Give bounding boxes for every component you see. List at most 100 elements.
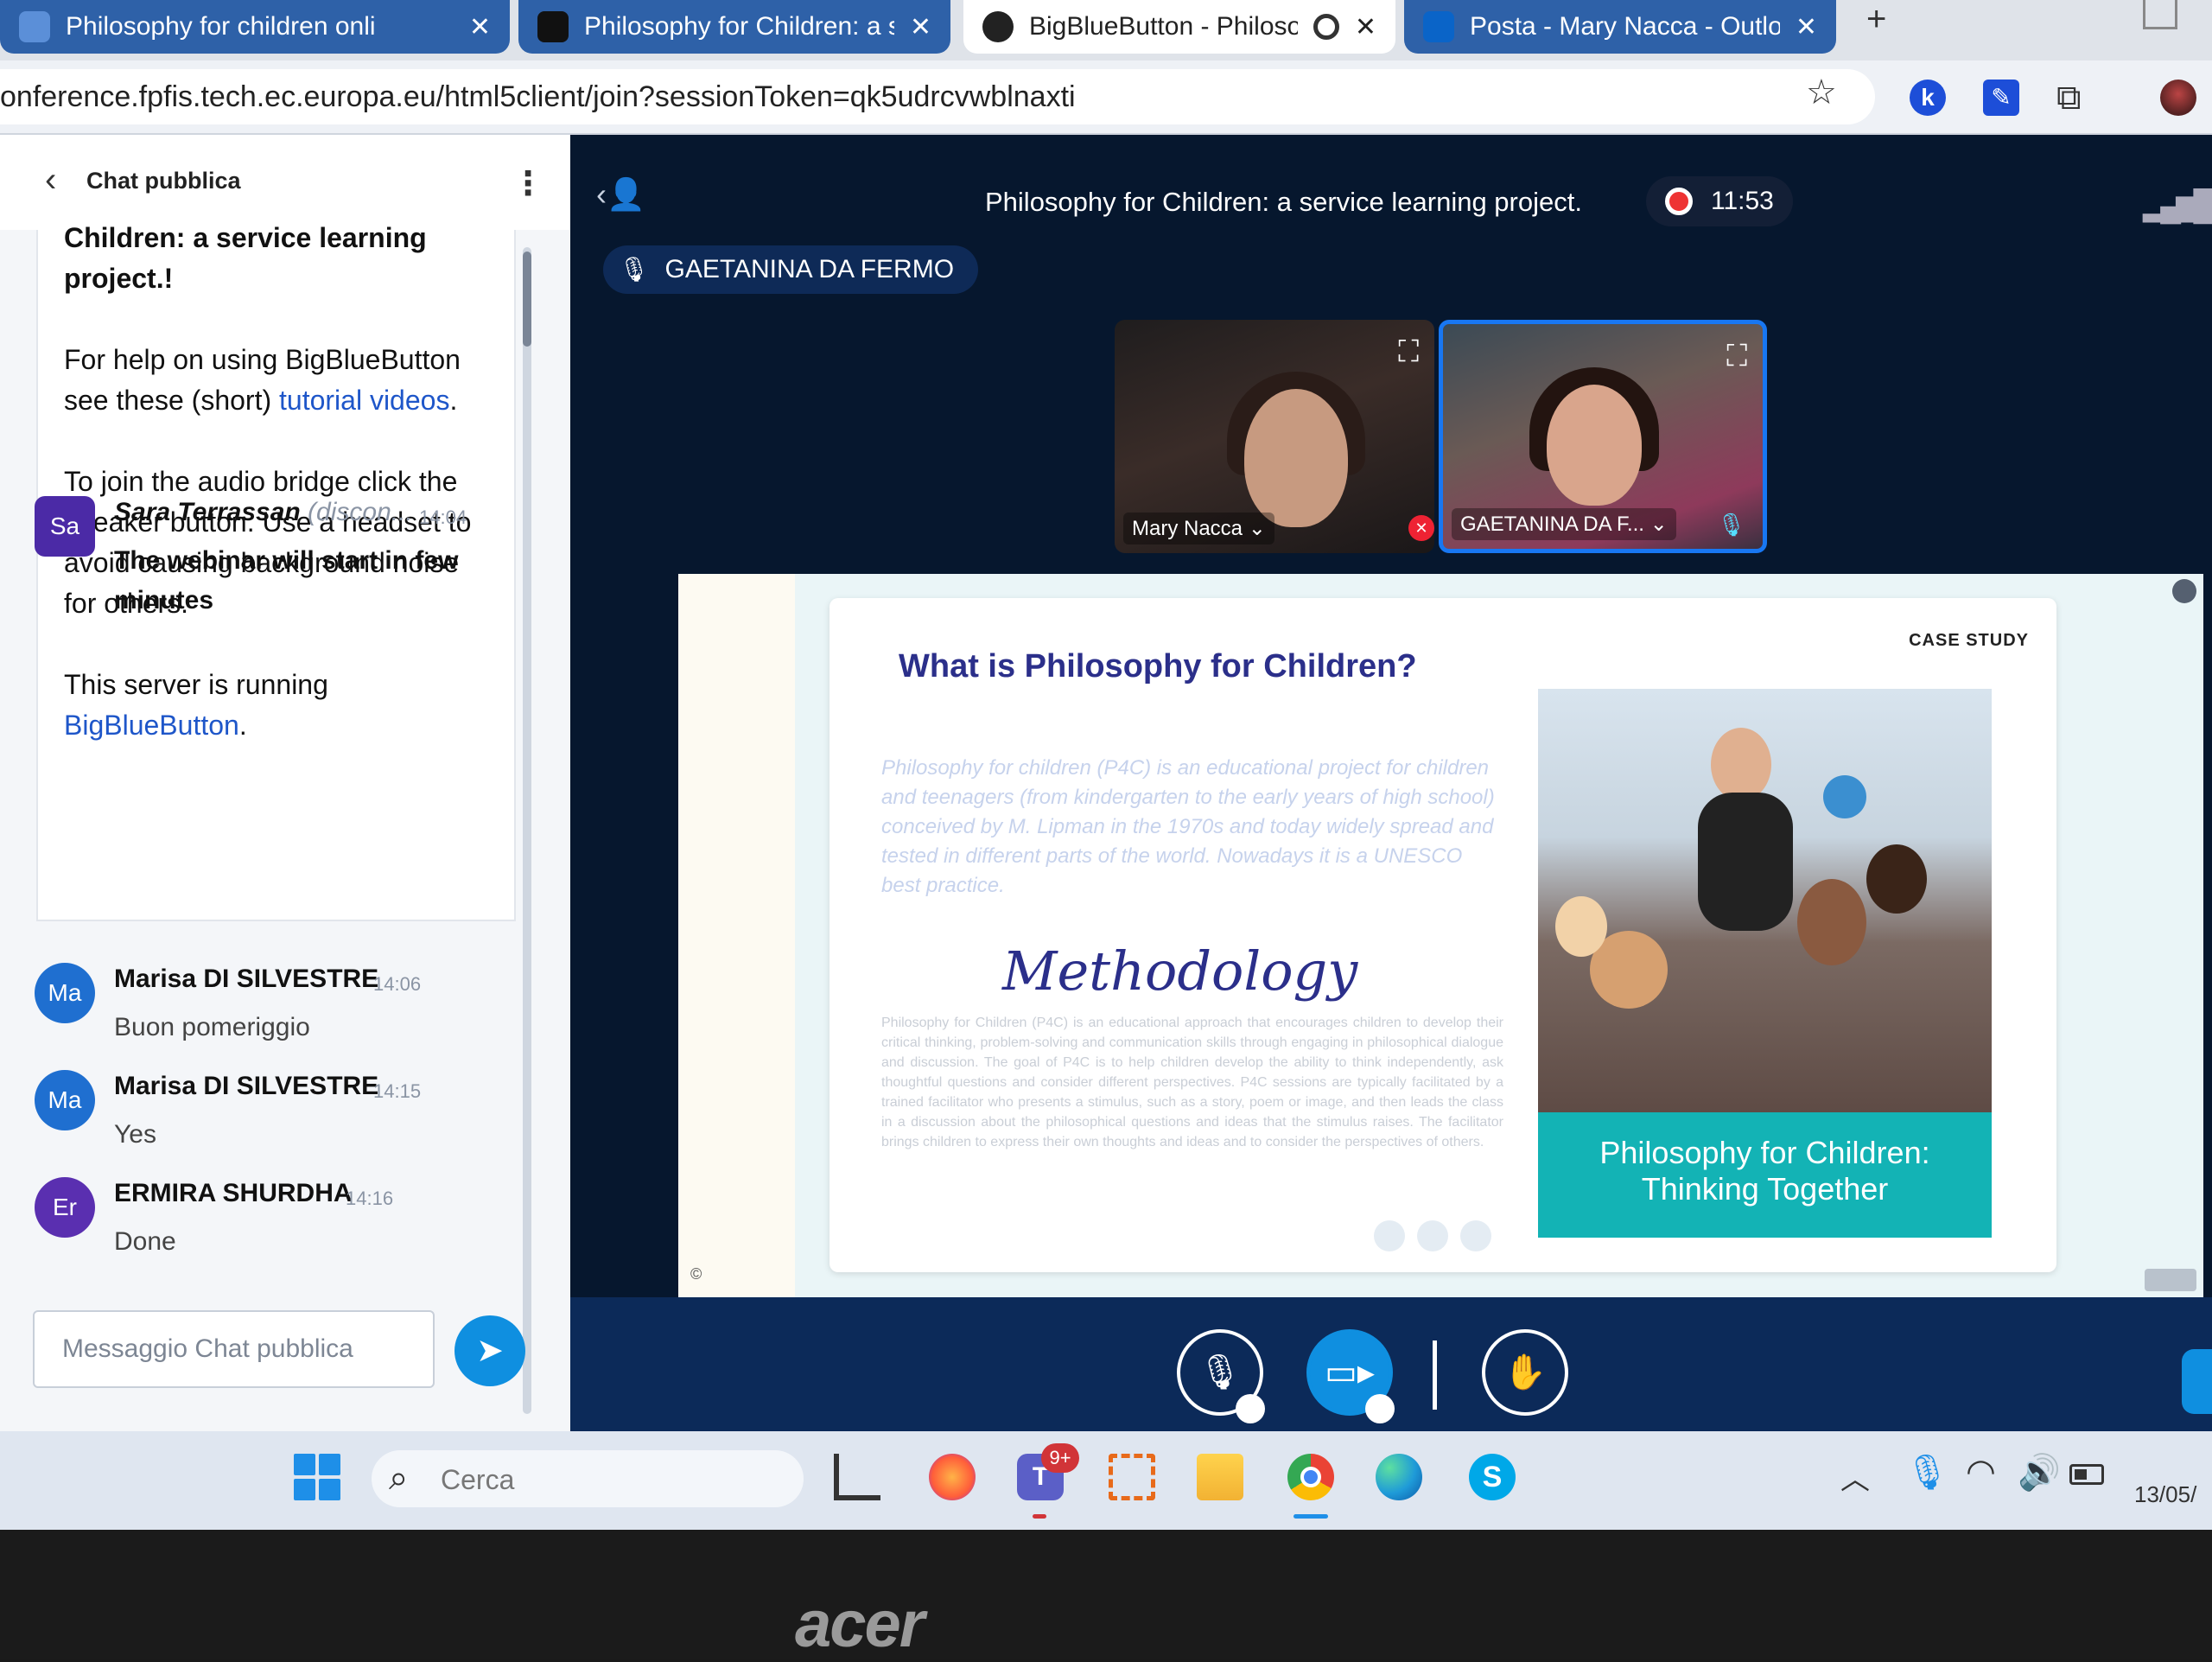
avatar: Ma bbox=[35, 963, 95, 1023]
presentation-options-button[interactable] bbox=[2172, 579, 2196, 603]
message-text: Done bbox=[114, 1227, 176, 1256]
new-tab-button[interactable]: + bbox=[1866, 0, 1886, 39]
connection-status-icon[interactable]: ▂▄▆█ bbox=[2143, 188, 2212, 223]
presentation-area: ‹👤 Philosophy for Children: a service le… bbox=[570, 135, 2212, 1431]
slide-logo: © bbox=[690, 1265, 702, 1283]
browser-tab-1[interactable]: Philosophy for children onli ✕ bbox=[0, 0, 510, 54]
welcome-fragment: project.! bbox=[64, 263, 174, 294]
microphone-tray-icon[interactable]: 🎙 bbox=[1905, 1452, 1949, 1493]
send-icon: ➤ bbox=[476, 1333, 504, 1369]
fullscreen-icon[interactable]: ⛶ bbox=[1726, 340, 1747, 373]
wifi-icon[interactable]: ◠ bbox=[1966, 1452, 1996, 1492]
laptop-screen: Philosophy for children onli ✕ Philosoph… bbox=[0, 0, 2212, 1530]
bookmark-star-icon[interactable]: ☆ bbox=[1806, 73, 1837, 112]
chat-message-input[interactable]: Messaggio Chat pubblica bbox=[33, 1310, 435, 1388]
laptop-brand-logo: acer bbox=[795, 1588, 925, 1661]
talking-indicator[interactable]: 🎙 GAETANINA DA FERMO bbox=[603, 245, 979, 294]
chevron-left-icon[interactable]: ‹ bbox=[45, 161, 56, 200]
extensions-puzzle-icon[interactable]: ⧉ bbox=[2056, 80, 2093, 116]
more-options-icon[interactable]: ⋮ bbox=[512, 164, 544, 203]
recording-indicator[interactable]: 11:53 bbox=[1646, 176, 1793, 226]
webcam-name-label[interactable]: GAETANINA DA F... ⌄ bbox=[1452, 508, 1676, 540]
decoration-dot bbox=[1417, 1220, 1448, 1251]
bigbluebutton-app: ‹ Chat pubblica ⋮ Children: a service le… bbox=[0, 135, 2212, 1431]
url-field[interactable]: onference.fpfis.tech.ec.europa.eu/html5c… bbox=[0, 69, 1875, 124]
message-time: 14:15 bbox=[373, 1080, 422, 1102]
message-time: 14:06 bbox=[373, 973, 422, 995]
extension-draw-icon[interactable]: ✎ bbox=[1983, 80, 2019, 116]
chat-title[interactable]: Chat pubblica bbox=[86, 168, 241, 194]
webcam-tile-gaetanina[interactable]: ⛶ GAETANINA DA F... ⌄ 🎙 bbox=[1439, 320, 1767, 553]
running-indicator bbox=[1033, 1514, 1046, 1519]
slide-heading: What is Philosophy for Children? bbox=[899, 648, 1417, 685]
webcam-name-label[interactable]: Mary Nacca ⌄ bbox=[1123, 513, 1274, 544]
close-icon[interactable]: ✕ bbox=[1796, 12, 1817, 42]
profile-avatar[interactable] bbox=[2160, 80, 2196, 116]
browser-tab-2[interactable]: Philosophy for Children: a se ✕ bbox=[518, 0, 950, 54]
chat-message: Ma Marisa DI SILVESTRE 14:06 Buon pomeri… bbox=[35, 963, 501, 1049]
taskbar-search[interactable]: ⌕ Cerca bbox=[372, 1450, 804, 1507]
fullscreen-icon[interactable]: ⛶ bbox=[1398, 335, 1419, 369]
presentation-slide[interactable]: CASE STUDY What is Philosophy for Childr… bbox=[678, 574, 2203, 1300]
tab-title: Philosophy for Children: a se bbox=[584, 12, 894, 41]
message-author: Sara Terrassan (discon... bbox=[114, 498, 413, 526]
video-options-button[interactable] bbox=[1365, 1394, 1395, 1423]
send-message-button[interactable]: ➤ bbox=[454, 1315, 525, 1386]
avatar: Ma bbox=[35, 1070, 95, 1130]
tab-title: BigBlueButton - Philosop bbox=[1029, 12, 1298, 41]
close-icon[interactable]: ✕ bbox=[469, 12, 491, 42]
chat-message: Ma Marisa DI SILVESTRE 14:15 Yes bbox=[35, 1070, 501, 1156]
record-icon bbox=[1665, 188, 1693, 215]
user-list-toggle-icon[interactable]: ‹👤 bbox=[596, 176, 645, 213]
browser-tab-3-active[interactable]: BigBlueButton - Philosop ✕ bbox=[963, 0, 1395, 54]
message-time: 14:04 bbox=[419, 506, 467, 528]
participant-face bbox=[1547, 385, 1642, 506]
close-icon[interactable]: ✕ bbox=[1355, 12, 1376, 42]
slide-margin bbox=[678, 574, 795, 1300]
chat-scrollbar[interactable] bbox=[523, 247, 531, 1414]
decoration-dot bbox=[1374, 1220, 1405, 1251]
laptop-bezel bbox=[0, 1530, 2212, 1659]
system-date[interactable]: 13/05/ bbox=[2134, 1481, 2196, 1508]
decoration-dot bbox=[1460, 1220, 1491, 1251]
chat-scrollbar-thumb[interactable] bbox=[523, 252, 531, 347]
teacher-figure bbox=[1698, 793, 1793, 931]
tutorial-videos-link[interactable]: tutorial videos bbox=[279, 385, 449, 416]
welcome-server: This server is running BigBlueButton. bbox=[64, 669, 328, 741]
audio-options-button[interactable] bbox=[1236, 1394, 1265, 1423]
webcam-tile-mary-nacca[interactable]: ⛶ Mary Nacca ⌄ ✕ bbox=[1115, 320, 1434, 553]
snipping-tool-icon[interactable] bbox=[1109, 1454, 1155, 1500]
window-restore-icon[interactable] bbox=[2143, 0, 2177, 29]
extension-k-icon[interactable]: k bbox=[1910, 80, 1946, 116]
message-text: Buon pomeriggio bbox=[114, 1013, 310, 1041]
close-icon[interactable]: ✕ bbox=[910, 12, 931, 42]
chrome-icon-center bbox=[1300, 1467, 1321, 1487]
skype-icon[interactable]: S bbox=[1469, 1454, 1516, 1500]
notification-badge: 9+ bbox=[1041, 1443, 1079, 1473]
battery-icon[interactable] bbox=[2069, 1464, 2104, 1485]
chat-header: ‹ Chat pubblica ⋮ bbox=[0, 135, 570, 230]
address-bar: onference.fpfis.tech.ec.europa.eu/html5c… bbox=[0, 60, 2212, 135]
message-author: Marisa DI SILVESTRE bbox=[114, 965, 379, 993]
message-text: Yes bbox=[114, 1120, 156, 1149]
chevron-up-icon[interactable]: ︿ bbox=[1840, 1455, 1870, 1498]
edge-icon[interactable] bbox=[1376, 1454, 1422, 1500]
task-view-icon[interactable] bbox=[834, 1454, 880, 1500]
windows-start-icon[interactable] bbox=[294, 1454, 340, 1500]
slide-navigation[interactable] bbox=[2145, 1269, 2196, 1291]
firefox-icon[interactable] bbox=[929, 1454, 976, 1500]
globe-figure bbox=[1823, 775, 1866, 818]
child-figure bbox=[1866, 844, 1927, 914]
presentation-restore-button[interactable] bbox=[2182, 1349, 2212, 1414]
browser-tab-4[interactable]: Posta - Mary Nacca - Outloo ✕ bbox=[1404, 0, 1836, 54]
bigbluebutton-favicon-icon bbox=[982, 11, 1014, 42]
bigbluebutton-link[interactable]: BigBlueButton bbox=[64, 710, 239, 741]
raise-hand-button[interactable]: ✋ bbox=[1482, 1329, 1568, 1416]
site-favicon-icon bbox=[19, 11, 50, 42]
chat-message: Er ERMIRA SHURDHA 14:16 Done bbox=[35, 1177, 501, 1264]
volume-icon[interactable]: 🔊 bbox=[2018, 1452, 2061, 1493]
file-explorer-icon[interactable] bbox=[1197, 1454, 1243, 1500]
slide-card: CASE STUDY What is Philosophy for Childr… bbox=[830, 598, 2056, 1272]
participant-face bbox=[1244, 389, 1348, 527]
muted-microphone-icon: ✕ bbox=[1408, 515, 1434, 541]
